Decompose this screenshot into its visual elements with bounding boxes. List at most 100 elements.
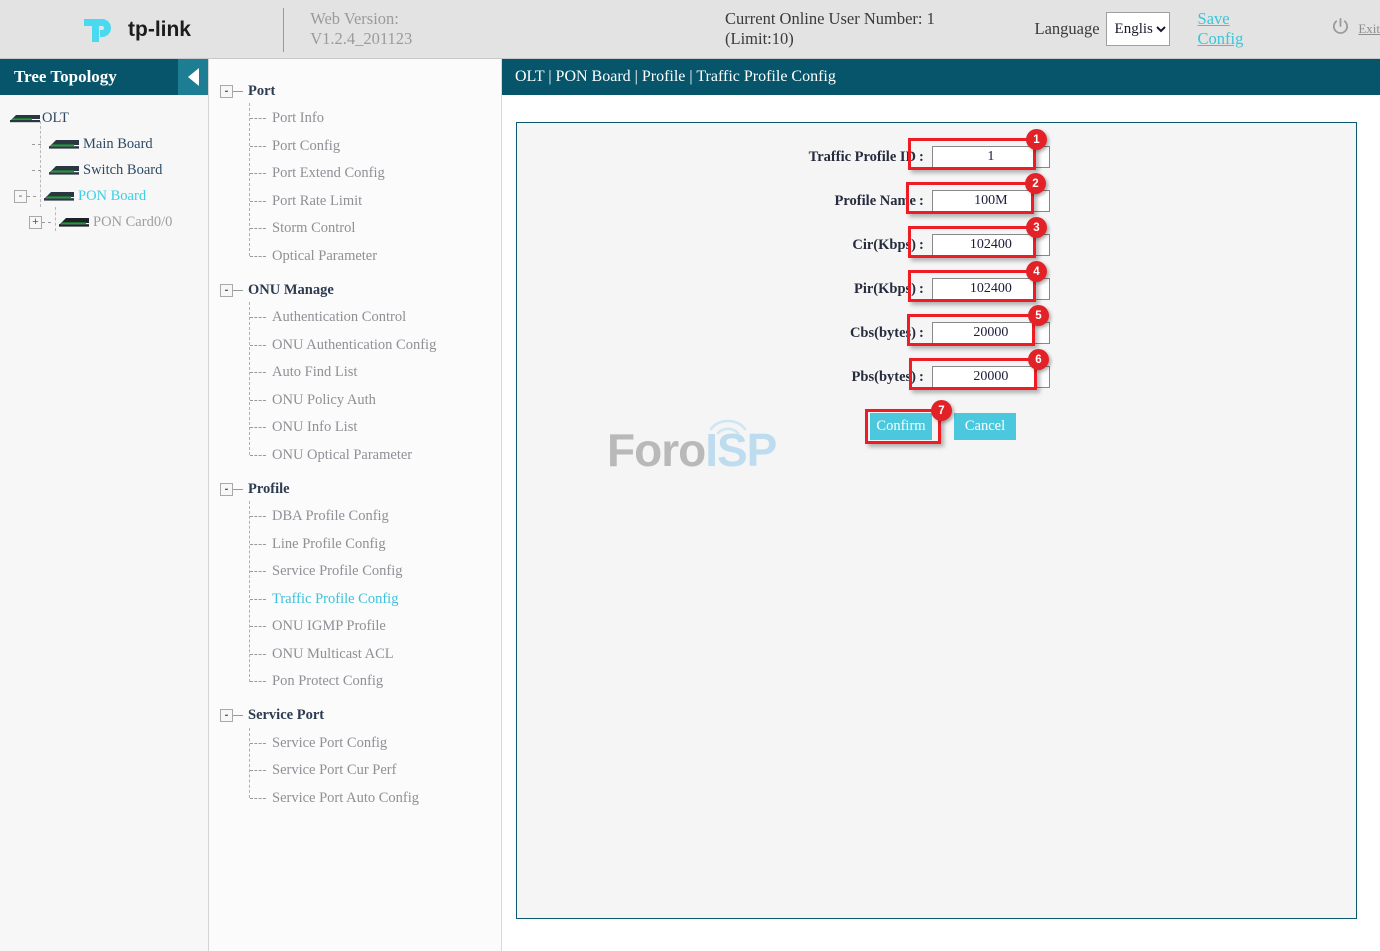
menu-item-label: ONU Optical Parameter: [272, 446, 413, 463]
device-icon: [49, 140, 79, 149]
menu-item-onu-multicast-acl[interactable]: ONU Multicast ACL: [249, 641, 501, 669]
cancel-button[interactable]: Cancel: [954, 413, 1016, 440]
menu-item-label: Line Profile Config: [272, 535, 386, 552]
tree-node-label[interactable]: PON Card0/0: [93, 214, 172, 231]
tree-node-main-board[interactable]: Main Board: [0, 131, 208, 157]
tree-sidebar: Tree Topology OLT Main Board Switch Boar…: [0, 59, 209, 951]
menu-item-label: ONU Authentication Config: [272, 336, 437, 353]
menu-group-header[interactable]: - Profile: [209, 475, 501, 503]
content-area: OLT | PON Board | Profile | Traffic Prof…: [502, 59, 1380, 951]
menu-item-onu-policy-auth[interactable]: ONU Policy Auth: [249, 387, 501, 415]
menu-item-traffic-profile-config[interactable]: Traffic Profile Config: [249, 586, 501, 614]
exit-group[interactable]: Exit: [1331, 17, 1380, 41]
menu-item-label: ONU Info List: [272, 419, 358, 436]
tree-node-olt[interactable]: OLT: [0, 105, 208, 131]
exit-link[interactable]: Exit: [1358, 21, 1380, 37]
tree-node-label[interactable]: OLT: [42, 110, 69, 127]
menu-item-service-profile-config[interactable]: Service Profile Config: [249, 558, 501, 586]
menu-lead-dash: [250, 118, 266, 120]
tree-dash: [42, 221, 51, 223]
input-cbs[interactable]: [931, 322, 1050, 344]
menu-item-onu-info-list[interactable]: ONU Info List: [249, 414, 501, 442]
menu-item-port-rate-limit[interactable]: Port Rate Limit: [249, 188, 501, 216]
menu-item-label: ONU Policy Auth: [272, 391, 376, 408]
label-pir: Pir(Kbps): [853, 280, 916, 297]
device-icon: [44, 192, 74, 201]
power-icon: [1331, 17, 1350, 41]
menu-expander-icon[interactable]: -: [220, 482, 233, 496]
menu-expander-icon[interactable]: -: [220, 709, 233, 722]
menu-item-label: Service Port Cur Perf: [272, 762, 397, 779]
menu-lead-dash: [250, 399, 266, 401]
tplink-logo-icon: tp-link: [78, 9, 206, 49]
annotation-badge-2: 2: [1025, 173, 1046, 194]
menu-group-header[interactable]: - ONU Manage: [209, 276, 501, 304]
tree-node-pon-board[interactable]: - PON Board: [0, 183, 208, 209]
tree-node-pon-card[interactable]: + PON Card0/0: [0, 209, 208, 235]
menu-item-service-port-auto-config[interactable]: Service Port Auto Config: [249, 785, 501, 813]
label-cir: Cir(Kbps): [852, 236, 916, 253]
tree-expander-expand[interactable]: +: [29, 215, 42, 229]
menu-item-list: Authentication Control ONU Authenticatio…: [209, 302, 501, 470]
menu-group-header[interactable]: - Service Port: [209, 702, 501, 730]
annotation-badge-4: 4: [1026, 261, 1047, 282]
menu-item-port-config[interactable]: Port Config: [249, 133, 501, 161]
menu-group-header[interactable]: - Port: [209, 77, 501, 105]
tree-dash: [32, 143, 41, 145]
menu-item-optical-parameter[interactable]: Optical Parameter: [249, 243, 501, 271]
menu-item-onu-authentication-config[interactable]: ONU Authentication Config: [249, 332, 501, 360]
menu-item-storm-control[interactable]: Storm Control: [249, 215, 501, 243]
topology-tree: OLT Main Board Switch Board - PON Board …: [0, 95, 208, 235]
menu-item-label: ONU Multicast ACL: [272, 645, 394, 662]
form-row-cir: Cir(Kbps) : 3: [517, 217, 1358, 267]
menu-lead-dash: [250, 681, 266, 683]
menu-lead-dash: [250, 372, 266, 374]
menu-item-list: Service Port Config Service Port Cur Per…: [209, 727, 501, 813]
menu-item-onu-igmp-profile[interactable]: ONU IGMP Profile: [249, 613, 501, 641]
menu-item-service-port-cur-perf[interactable]: Service Port Cur Perf: [249, 757, 501, 785]
menu-item-service-port-config[interactable]: Service Port Config: [249, 730, 501, 758]
device-icon: [10, 114, 40, 122]
save-config-link[interactable]: Save Config: [1198, 9, 1277, 49]
menu-group-label: Profile: [248, 480, 290, 497]
menu-lead-dash: [250, 427, 266, 429]
tree-node-switch-board[interactable]: Switch Board: [0, 157, 208, 183]
menu-expander-icon[interactable]: -: [220, 283, 233, 297]
menu-group-label: Port: [248, 82, 276, 99]
menu-group-profile: - Profile DBA Profile Config Line Profil…: [209, 475, 501, 696]
tree-node-label[interactable]: Switch Board: [83, 162, 162, 179]
menu-dash: [233, 289, 243, 291]
menu-lead-dash: [250, 228, 266, 230]
menu-lead-dash: [250, 516, 266, 518]
menu-item-onu-optical-parameter[interactable]: ONU Optical Parameter: [249, 442, 501, 470]
confirm-button[interactable]: Confirm: [870, 413, 932, 440]
label-cbs: Cbs(bytes): [849, 324, 916, 341]
menu-lead-dash: [250, 770, 266, 772]
menu-lead-dash: [250, 653, 266, 655]
menu-item-label: ONU IGMP Profile: [272, 618, 386, 635]
form-button-row: Confirm Cancel 7: [517, 400, 1358, 444]
language-label: Language: [1034, 19, 1100, 38]
menu-item-line-profile-config[interactable]: Line Profile Config: [249, 531, 501, 559]
chevron-left-icon: [187, 68, 199, 86]
input-pbs[interactable]: [931, 366, 1050, 388]
menu-item-port-extend-config[interactable]: Port Extend Config: [249, 160, 501, 188]
menu-item-authentication-control[interactable]: Authentication Control: [249, 304, 501, 332]
menu-expander-icon[interactable]: -: [220, 84, 233, 98]
label-pbs: Pbs(bytes): [851, 368, 916, 385]
label-profile-name: Profile Name: [834, 192, 916, 209]
label-colon: :: [919, 192, 924, 209]
tree-node-label[interactable]: PON Board: [78, 188, 146, 205]
menu-item-port-info[interactable]: Port Info: [249, 105, 501, 133]
language-select[interactable]: English: [1105, 12, 1170, 46]
tree-node-label[interactable]: Main Board: [83, 136, 153, 153]
menu-item-auto-find-list[interactable]: Auto Find List: [249, 359, 501, 387]
sidebar-collapse-button[interactable]: [178, 59, 208, 95]
menu-lead-dash: [250, 454, 266, 456]
menu-item-pon-protect-config[interactable]: Pon Protect Config: [249, 668, 501, 696]
form-row-profile-name: Profile Name : 2: [517, 173, 1358, 223]
menu-item-list: Port Info Port Config Port Extend Config…: [209, 103, 501, 271]
menu-item-dba-profile-config[interactable]: DBA Profile Config: [249, 503, 501, 531]
tree-expander-collapse[interactable]: -: [14, 189, 27, 203]
menu-lead-dash: [250, 797, 266, 799]
